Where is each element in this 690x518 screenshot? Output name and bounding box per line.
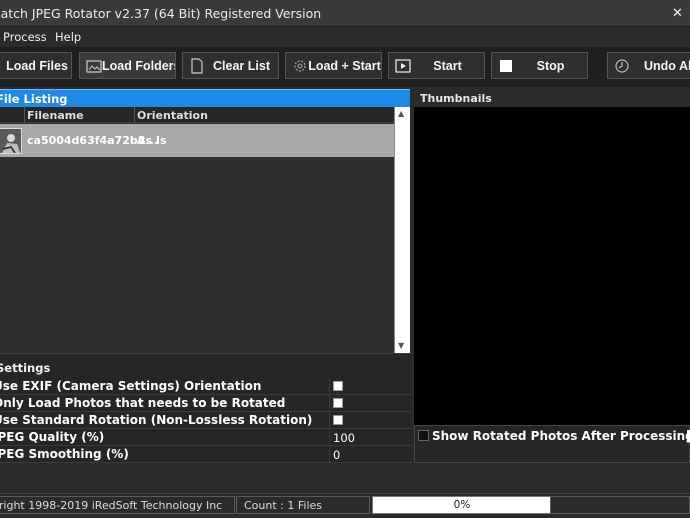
load-folders-label: Load Folders: [102, 59, 176, 73]
copyright-text: Copyright 1998-2019 iRedSoft Technology …: [0, 499, 223, 512]
setting-divider: [329, 378, 330, 395]
stop-button[interactable]: Stop: [491, 52, 588, 79]
show-rotated-bar: Show Rotated Photos After Processing: [414, 425, 690, 463]
settings-panel: Settings Use EXIF (Camera Settings) Orie…: [0, 353, 412, 463]
thumbnails-header: Thumbnails: [414, 89, 690, 107]
setting-row: Use EXIF (Camera Settings) Orientation: [0, 378, 412, 395]
clear-list-button[interactable]: Clear List: [182, 52, 279, 79]
photo-thumbnail: [0, 128, 22, 154]
status-bar: Copyright 1998-2019 iRedSoft Technology …: [0, 493, 690, 518]
setting-row: JPEG Quality (%) 100: [0, 429, 412, 446]
undo-all-button[interactable]: Undo All: [607, 52, 690, 79]
stop-icon: [500, 60, 512, 72]
progress-bar: 0%: [372, 496, 552, 514]
jpeg-smoothing-value[interactable]: 0: [333, 448, 340, 462]
setting-label: Use Standard Rotation (Non-Lossless Rota…: [0, 413, 313, 427]
progress-text: 0%: [453, 499, 471, 511]
setting-label: JPEG Quality (%): [0, 430, 105, 444]
column-divider: [24, 107, 25, 123]
status-extra: [550, 496, 690, 514]
thumbnails-preview: [414, 107, 690, 425]
menu-help[interactable]: Help: [55, 30, 81, 44]
close-icon[interactable]: ✕: [672, 6, 683, 21]
clock-icon: [615, 59, 629, 73]
table-row[interactable]: ca5004d63f4a72b8... As Is: [0, 124, 394, 157]
file-count: Count : 1 Files: [244, 499, 322, 512]
setting-label: Only Load Photos that needs to be Rotate…: [0, 396, 286, 410]
window-title: Batch JPEG Rotator v2.37 (64 Bit) Regist…: [0, 6, 322, 21]
exif-orientation-checkbox[interactable]: [333, 381, 343, 391]
show-rotated-checkbox[interactable]: [418, 430, 429, 441]
clear-list-label: Clear List: [213, 59, 270, 73]
start-label: Start: [433, 59, 462, 73]
thumbnails-title: Thumbnails: [420, 92, 492, 105]
play-icon: [395, 59, 411, 73]
setting-divider: [329, 446, 330, 463]
only-load-rotated-checkbox[interactable]: [333, 398, 343, 408]
vertical-scrollbar[interactable]: ▲ ▼: [394, 107, 410, 353]
orientation-cell: As Is: [137, 134, 167, 147]
file-listing-title: File Listing: [0, 92, 68, 106]
load-files-button[interactable]: Load Files: [0, 52, 72, 79]
undo-all-label: Undo All: [644, 59, 690, 73]
file-listing-header: File Listing: [0, 89, 410, 107]
gear-icon: [294, 60, 306, 72]
setting-divider: [329, 429, 330, 446]
toolbar: Load Files Load Folders Clear List Load …: [0, 47, 690, 87]
setting-row: Use Standard Rotation (Non-Lossless Rota…: [0, 412, 412, 429]
load-files-label: Load Files: [6, 59, 68, 73]
file-list[interactable]: Filename Orientation ca5004d63f4a72b8...…: [0, 107, 410, 353]
stop-label: Stop: [536, 59, 565, 73]
load-folders-button[interactable]: Load Folders: [79, 52, 176, 79]
column-headers: Filename Orientation: [0, 107, 394, 123]
settings-title: Settings: [0, 361, 51, 375]
setting-divider: [329, 412, 330, 429]
column-orientation[interactable]: Orientation: [137, 109, 208, 122]
title-bar: Batch JPEG Rotator v2.37 (64 Bit) Regist…: [0, 0, 690, 27]
copyright-section: Copyright 1998-2019 iRedSoft Technology …: [0, 496, 235, 514]
menu-process[interactable]: Process: [3, 30, 47, 44]
scroll-down-icon[interactable]: ▼: [398, 341, 404, 350]
setting-label: JPEG Smoothing (%): [0, 447, 129, 461]
scroll-up-icon[interactable]: ▲: [398, 109, 404, 118]
count-section: Count : 1 Files: [236, 496, 370, 514]
column-divider: [134, 107, 135, 123]
setting-label: Use EXIF (Camera Settings) Orientation: [0, 379, 262, 393]
column-filename[interactable]: Filename: [27, 109, 84, 122]
setting-row: JPEG Smoothing (%) 0: [0, 446, 412, 463]
jpeg-quality-value[interactable]: 100: [333, 431, 355, 445]
start-button[interactable]: Start: [388, 52, 485, 79]
show-rotated-label: Show Rotated Photos After Processing: [432, 429, 690, 443]
document-icon: [191, 58, 203, 74]
standard-rotation-checkbox[interactable]: [333, 415, 343, 425]
setting-divider: [329, 395, 330, 412]
menu-bar: Process Help: [0, 27, 690, 47]
load-start-label: Load + Start: [308, 59, 381, 73]
folder-image-icon: [86, 60, 102, 73]
load-start-button[interactable]: Load + Start: [285, 52, 382, 79]
setting-row: Only Load Photos that needs to be Rotate…: [0, 395, 412, 412]
